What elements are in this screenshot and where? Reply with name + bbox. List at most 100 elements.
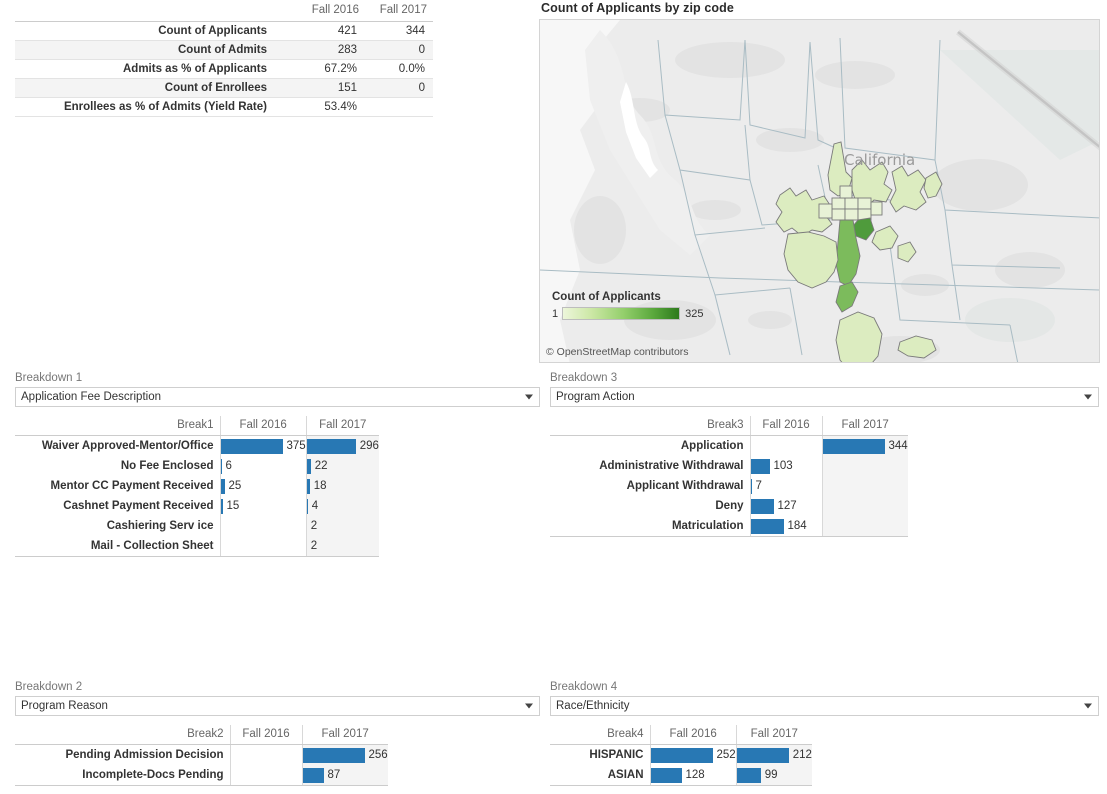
- table-row[interactable]: Incomplete-Docs Pending 87: [15, 765, 388, 786]
- breakdown-4-dropdown[interactable]: Race/Ethnicity: [550, 696, 1099, 716]
- summary-row-label: Admits as % of Applicants: [15, 59, 273, 79]
- chevron-down-icon[interactable]: [1084, 703, 1092, 709]
- breakdown-3-selected-value: Program Action: [556, 391, 635, 403]
- breakdown-2-row-category: Pending Admission Decision: [65, 749, 224, 761]
- breakdown-4-cell-fall-2016[interactable]: 252: [649, 744, 737, 765]
- breakdown-1-value-fall-2016: 6: [225, 460, 232, 472]
- table-row[interactable]: Cashiering Serv ice 2: [15, 516, 379, 536]
- breakdown-4-header-category: Break4: [550, 725, 650, 745]
- breakdown-3-cell-fall-2017[interactable]: [821, 516, 908, 537]
- breakdown-4-value-fall-2017: 99: [764, 769, 778, 781]
- table-row[interactable]: Mail - Collection Sheet 2: [15, 536, 379, 557]
- breakdown-3-value-fall-2016: 184: [787, 520, 807, 532]
- breakdown-1-cell-fall-2016[interactable]: 6: [219, 456, 307, 476]
- chevron-down-icon[interactable]: [1084, 394, 1092, 400]
- summary-row: Admits as % of Applicants 67.2% 0.0%: [15, 59, 433, 79]
- breakdown-4-header-row: Break4 Fall 2016 Fall 2017: [550, 725, 812, 745]
- table-row[interactable]: Application 344: [550, 435, 908, 456]
- breakdown-2-header-category: Break2: [15, 725, 230, 745]
- breakdown-3-cell-fall-2016[interactable]: 184: [749, 516, 822, 537]
- breakdown-1-dropdown[interactable]: Application Fee Description: [15, 387, 540, 407]
- breakdown-2-cell-fall-2017[interactable]: 87: [301, 765, 388, 786]
- breakdown-2-bar-group: 256: [302, 745, 388, 765]
- breakdown-3-label: Breakdown 3: [550, 372, 618, 384]
- table-row[interactable]: Cashnet Payment Received 15 4: [15, 496, 379, 516]
- breakdown-1-cell-fall-2016[interactable]: 375: [219, 435, 307, 456]
- breakdown-1-row-category: No Fee Enclosed: [120, 460, 214, 472]
- breakdown-4-row-category: ASIAN: [550, 765, 650, 786]
- table-row[interactable]: ASIAN 128 99: [550, 765, 812, 786]
- breakdown-1-value-fall-2016: 375: [286, 440, 306, 452]
- breakdown-3-row-category: Matriculation: [550, 516, 750, 537]
- summary-header-row: Fall 2016 Fall 2017: [15, 0, 433, 22]
- breakdown-3-dropdown[interactable]: Program Action: [550, 387, 1099, 407]
- breakdown-3-bar-group: 103: [750, 456, 822, 476]
- breakdown-1-cell-fall-2016[interactable]: 25: [219, 476, 307, 496]
- breakdown-2-panel: Breakdown 2 Program Reason Break2 Fall 2016…: [15, 681, 540, 786]
- breakdown-3-cell-fall-2017[interactable]: 344: [821, 435, 908, 456]
- breakdown-3-cell-fall-2017[interactable]: [821, 476, 908, 496]
- breakdown-3-panel: Breakdown 3 Program Action Break3 Fall 2016…: [550, 372, 1099, 537]
- breakdown-2-header-fall-2017: Fall 2017: [301, 725, 388, 745]
- table-row[interactable]: No Fee Enclosed 6 22: [15, 456, 379, 476]
- breakdown-2-dropdown[interactable]: Program Reason: [15, 696, 540, 716]
- breakdown-1-cell-fall-2016[interactable]: [219, 516, 307, 536]
- summary-value-fall-2017: 0: [365, 40, 433, 60]
- chevron-down-icon[interactable]: [525, 394, 533, 400]
- table-row[interactable]: Matriculation 184: [550, 516, 908, 537]
- breakdown-1-value-fall-2017: 2: [310, 540, 318, 552]
- breakdown-4-value-fall-2016: 252: [716, 749, 736, 761]
- map-panel: Count of Applicants by zip code Californ…: [539, 0, 1101, 363]
- breakdown-3-cell-fall-2016[interactable]: [749, 435, 822, 456]
- breakdown-1-value-fall-2016: 15: [226, 500, 240, 512]
- table-row[interactable]: Administrative Withdrawal 103: [550, 456, 908, 476]
- breakdown-1-cell-fall-2016[interactable]: [219, 536, 307, 557]
- summary-table-panel: Fall 2016 Fall 2017 Count of Applicants 4…: [15, 0, 433, 117]
- map-canvas[interactable]: California Count of Applicants 1 325 © O…: [539, 19, 1100, 363]
- breakdown-2-label: Breakdown 2: [15, 681, 83, 693]
- breakdown-1-cell-fall-2017[interactable]: 296: [305, 435, 379, 456]
- breakdown-1-bar-fall-2016: [220, 438, 283, 454]
- breakdown-2-cell-fall-2016[interactable]: [229, 744, 302, 765]
- breakdown-3-table-body: Application 344 Administrative Withdrawal 1…: [550, 435, 908, 537]
- breakdown-1-cell-fall-2017[interactable]: 2: [305, 536, 379, 557]
- breakdown-2-value-fall-2017: 256: [368, 749, 388, 761]
- breakdown-3-row-category: Applicant Withdrawal: [626, 480, 744, 492]
- summary-value-fall-2016: 421: [273, 21, 365, 41]
- table-row[interactable]: Applicant Withdrawal 7: [550, 476, 908, 496]
- breakdown-2-cell-fall-2016[interactable]: [229, 765, 302, 786]
- breakdown-1-cell-fall-2017[interactable]: 2: [305, 516, 379, 536]
- breakdown-4-cell-fall-2017[interactable]: 99: [735, 765, 812, 786]
- summary-value-fall-2016: 67.2%: [273, 59, 365, 79]
- breakdown-1-cell-fall-2017[interactable]: 22: [305, 456, 379, 476]
- breakdown-1-cell-fall-2016[interactable]: 15: [219, 496, 307, 516]
- chevron-down-icon[interactable]: [525, 703, 533, 709]
- summary-row: Enrollees as % of Admits (Yield Rate) 53.…: [15, 97, 433, 117]
- breakdown-1-table: Break1 Fall 2016 Fall 2017 Waiver Approved-…: [15, 416, 379, 557]
- breakdown-1-bar-group: 18: [306, 476, 379, 496]
- breakdown-4-cell-fall-2016[interactable]: 128: [649, 765, 737, 786]
- breakdown-1-cell-fall-2017[interactable]: 4: [305, 496, 379, 516]
- summary-header-fall-2017: Fall 2017: [365, 0, 433, 22]
- breakdown-2-bar-fall-2017: [302, 747, 365, 763]
- breakdown-3-cell-fall-2016[interactable]: 7: [749, 476, 822, 496]
- table-row[interactable]: Deny 127: [550, 496, 908, 516]
- breakdown-3-cell-fall-2016[interactable]: 127: [749, 496, 822, 516]
- breakdown-1-header-category: Break1: [15, 416, 220, 436]
- table-row[interactable]: Mentor CC Payment Received 25 18: [15, 476, 379, 496]
- breakdown-3-cell-fall-2017[interactable]: [821, 496, 908, 516]
- table-row[interactable]: Waiver Approved-Mentor/Office 375 296: [15, 435, 379, 456]
- breakdown-3-value-fall-2017: 344: [888, 440, 908, 452]
- breakdown-1-header-fall-2017: Fall 2017: [305, 416, 379, 436]
- breakdown-3-cell-fall-2017[interactable]: [821, 456, 908, 476]
- table-row[interactable]: Pending Admission Decision 256: [15, 744, 388, 765]
- table-row[interactable]: HISPANIC 252 212: [550, 744, 812, 765]
- breakdown-3-cell-fall-2016[interactable]: 103: [749, 456, 822, 476]
- breakdown-1-cell-fall-2017[interactable]: 18: [305, 476, 379, 496]
- breakdown-3-value-fall-2016: 7: [755, 480, 762, 492]
- breakdown-4-cell-fall-2017[interactable]: 212: [735, 744, 812, 765]
- breakdown-4-bar-fall-2016: [650, 747, 713, 763]
- breakdown-4-bar-fall-2016: [650, 767, 682, 783]
- breakdown-2-cell-fall-2017[interactable]: 256: [301, 744, 388, 765]
- breakdown-2-bar-fall-2017: [302, 767, 324, 783]
